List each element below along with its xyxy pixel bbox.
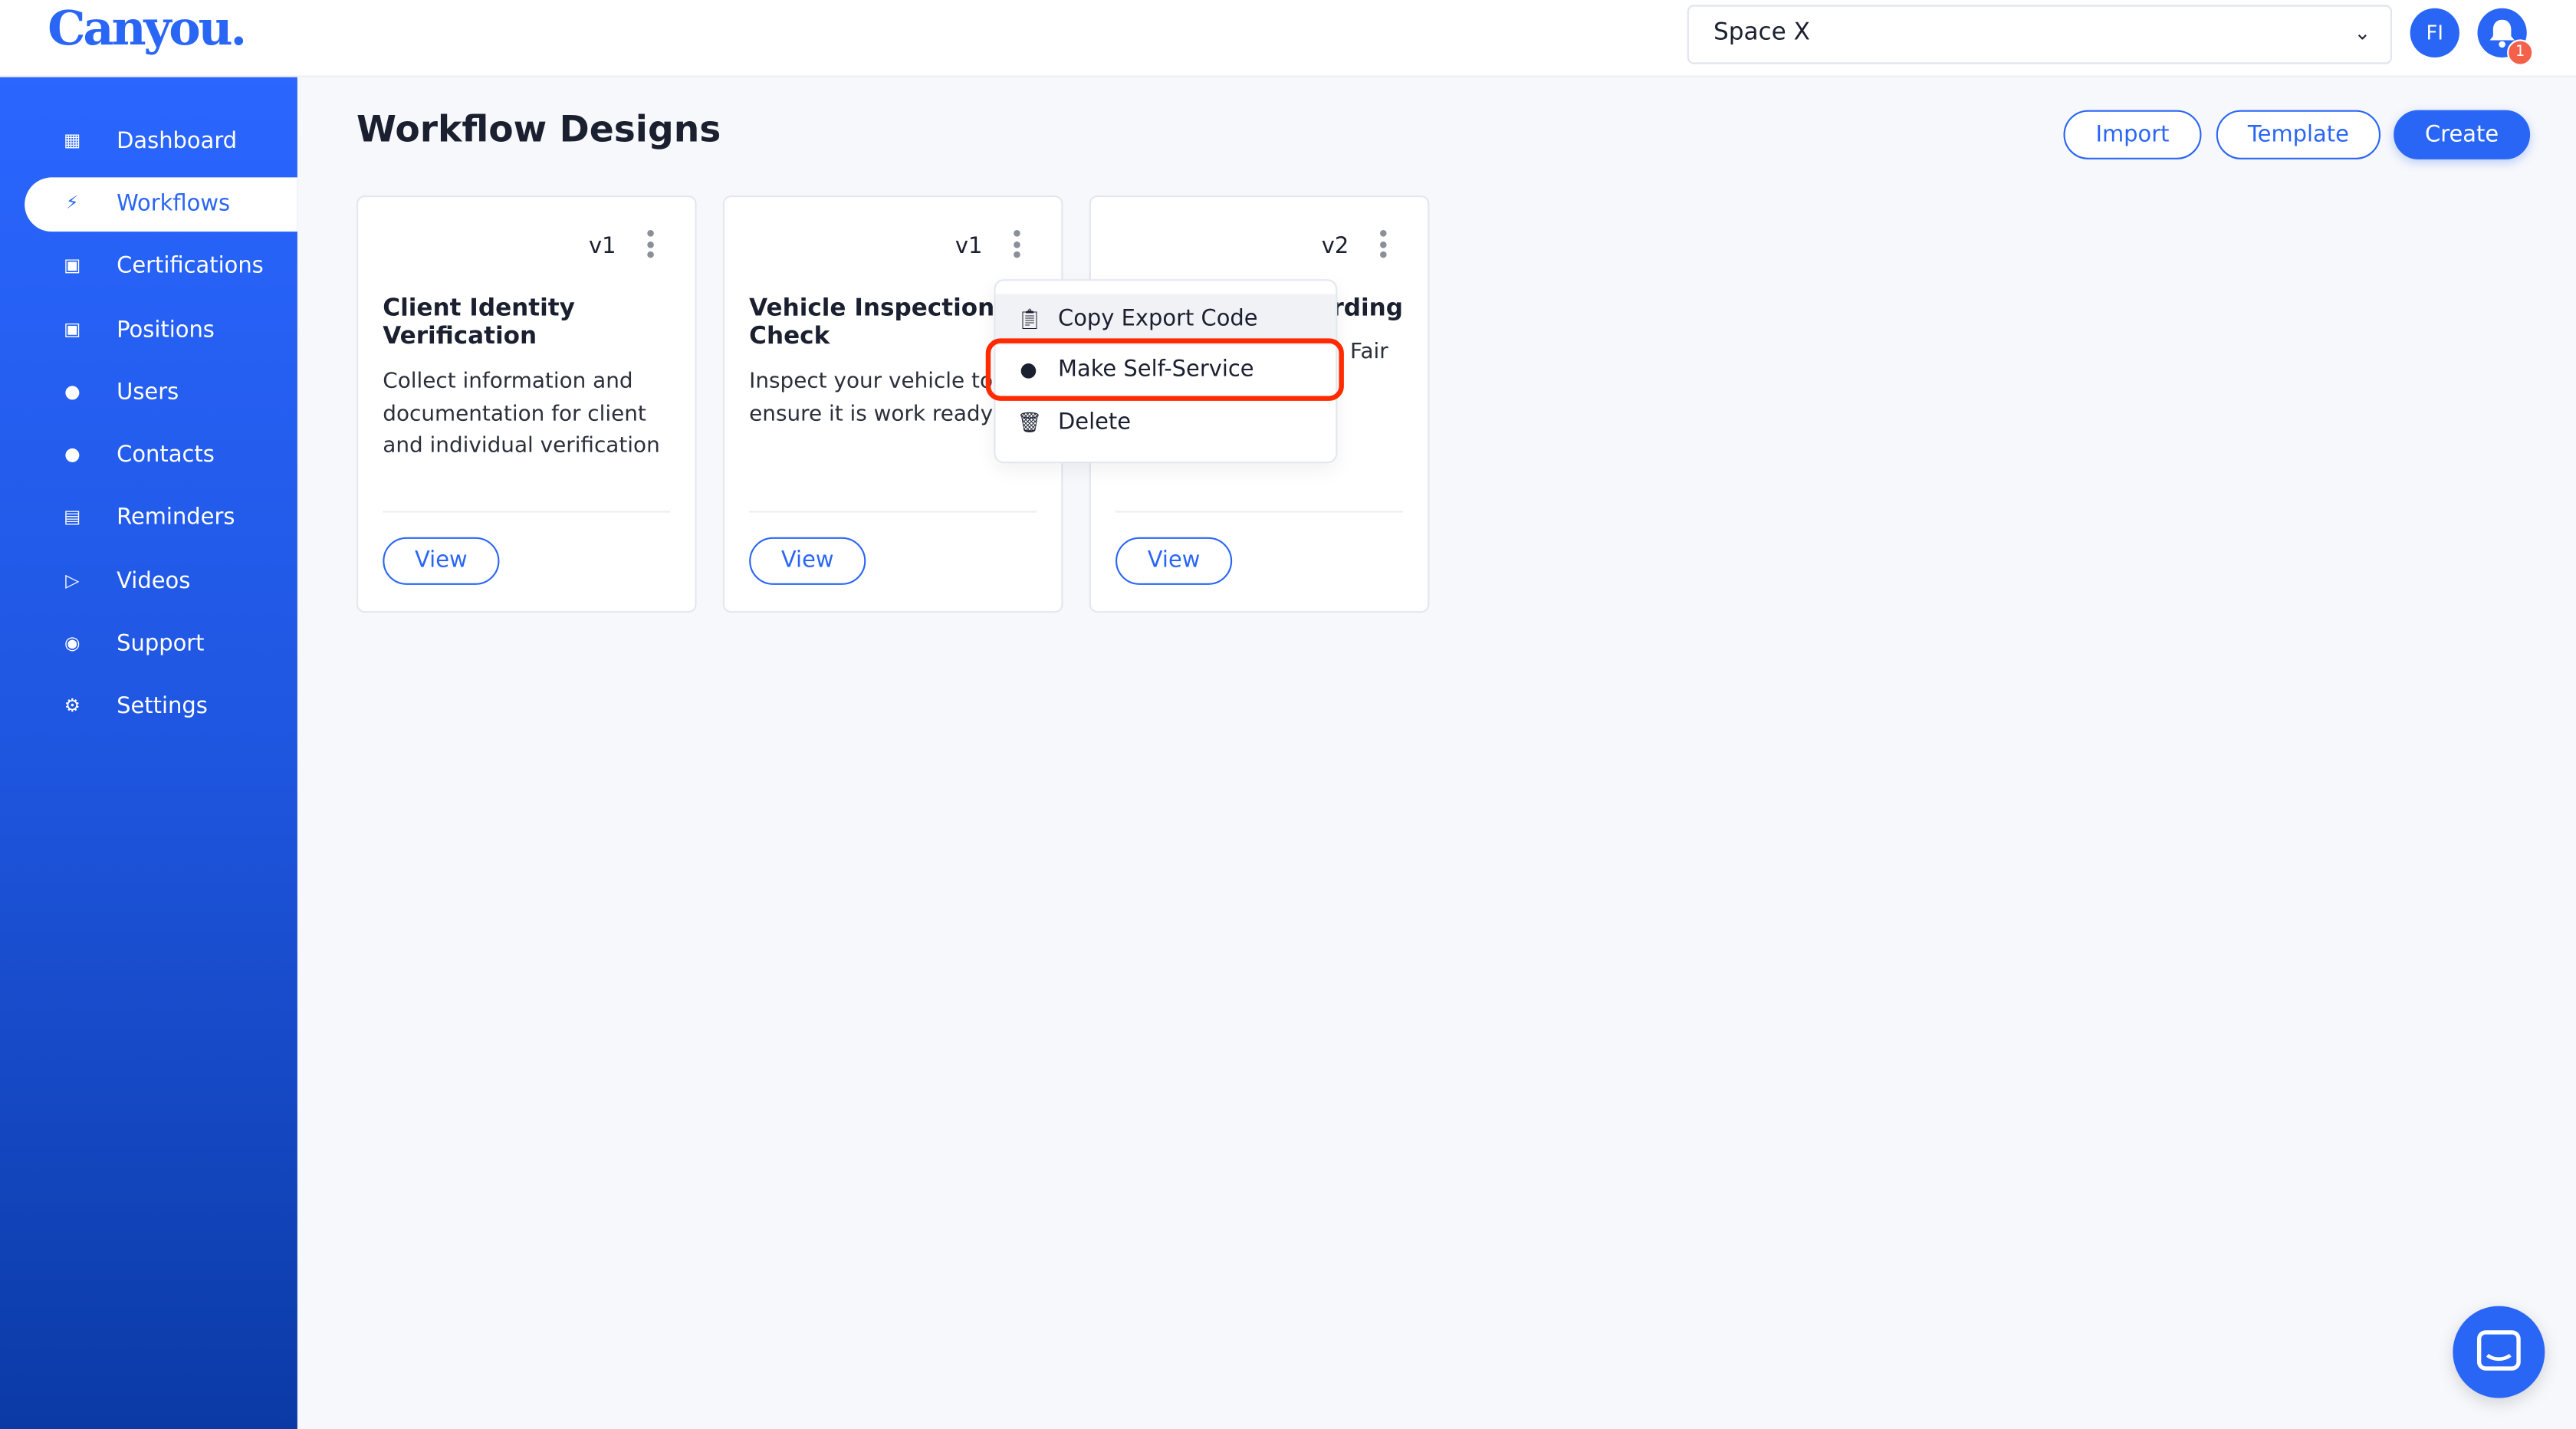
divider (749, 511, 1037, 513)
sidebar-item-workflows[interactable]: ⚡︎ Workflows (25, 177, 297, 232)
card-description: Fair (1349, 340, 1388, 365)
view-button[interactable]: View (383, 537, 500, 585)
briefcase-icon: ▣ (64, 318, 81, 340)
video-icon: ▷ (65, 570, 80, 592)
sidebar-item-label: Contacts (117, 442, 215, 468)
user-icon: ● (64, 381, 80, 403)
gear-icon: ⚙︎ (64, 695, 80, 717)
sidebar-item-label: Users (117, 379, 179, 406)
more-options-icon[interactable] (646, 230, 656, 263)
workflow-card: v1 Client Identity Verification Collect … (356, 195, 697, 613)
version-label: v1 (955, 233, 983, 260)
space-select-value: Space X (1714, 19, 1810, 47)
version-label: v2 (1321, 233, 1349, 260)
sidebar-item-reminders[interactable]: ▤ Reminders (25, 491, 297, 546)
sidebar-item-label: Positions (117, 317, 215, 343)
page-title: Workflow Designs (356, 110, 721, 152)
avatar[interactable]: FI (2410, 8, 2459, 58)
card-description: Collect information and documentation fo… (383, 370, 660, 458)
sidebar-item-label: Settings (117, 693, 208, 720)
card-title: rding (1332, 295, 1404, 323)
trash-icon: 🗑︎ (1017, 410, 1043, 434)
create-button[interactable]: Create (2394, 110, 2531, 159)
sidebar-item-label: Support (117, 630, 205, 658)
more-options-icon[interactable] (1378, 230, 1388, 263)
canyou-logo[interactable]: Canyou. (48, 0, 247, 56)
sidebar-item-settings[interactable]: ⚙︎ Settings (25, 680, 297, 734)
lightning-icon: ⚡︎ (65, 192, 79, 214)
import-button[interactable]: Import (2063, 110, 2202, 159)
version-label: v1 (589, 233, 616, 260)
sidebar-item-support[interactable]: ◉ Support (25, 618, 297, 672)
sidebar-item-certifications[interactable]: ▣ Certifications (25, 240, 297, 294)
view-button[interactable]: View (749, 537, 866, 585)
template-button[interactable]: Template (2216, 110, 2381, 159)
menu-item-label: Copy Export Code (1058, 305, 1258, 332)
sidebar-item-users[interactable]: ● Users (25, 366, 297, 421)
menu-item-label: Delete (1058, 409, 1132, 435)
sidebar-item-videos[interactable]: ▷ Videos (25, 555, 297, 609)
dashboard-icon: ▦ (64, 130, 81, 152)
divider (383, 511, 671, 513)
menu-item-copy-export-code[interactable]: 📋︎ Copy Export Code (995, 294, 1336, 346)
sidebar-item-label: Certifications (117, 253, 264, 280)
view-button[interactable]: View (1116, 537, 1233, 585)
sidebar-item-label: Videos (117, 568, 191, 595)
sidebar-item-positions[interactable]: ▣ Positions (25, 304, 297, 358)
sidebar-item-label: Reminders (117, 504, 235, 531)
user-icon: ● (64, 443, 80, 465)
sidebar-item-dashboard[interactable]: ▦ Dashboard (25, 115, 297, 169)
top-header: Canyou. Space X ⌄ FI 1 (0, 0, 2576, 77)
support-icon: ◉ (64, 632, 80, 654)
sidebar-item-label: Dashboard (117, 128, 238, 155)
chat-button[interactable] (2453, 1306, 2545, 1398)
clipboard-icon: 📋︎ (1017, 307, 1043, 330)
sidebar: ▦ Dashboard ⚡︎ Workflows ▣ Certifications ▣… (0, 77, 297, 1429)
space-select[interactable]: Space X ⌄ (1687, 5, 2393, 64)
briefcase-icon: ▣ (64, 255, 81, 277)
chevron-down-icon: ⌄ (2354, 21, 2371, 44)
notification-badge: 1 (2507, 39, 2534, 66)
calendar-icon: ▤ (64, 506, 81, 527)
card-title: Client Identity Verification (383, 295, 575, 350)
sidebar-item-contacts[interactable]: ● Contacts (25, 429, 297, 483)
chat-icon (2476, 1330, 2521, 1371)
highlight-box (985, 338, 1344, 401)
sidebar-item-label: Workflows (117, 190, 231, 217)
menu-item-delete[interactable]: 🗑︎ Delete (996, 398, 1336, 448)
more-options-icon[interactable] (1012, 230, 1022, 263)
divider (1116, 511, 1404, 513)
